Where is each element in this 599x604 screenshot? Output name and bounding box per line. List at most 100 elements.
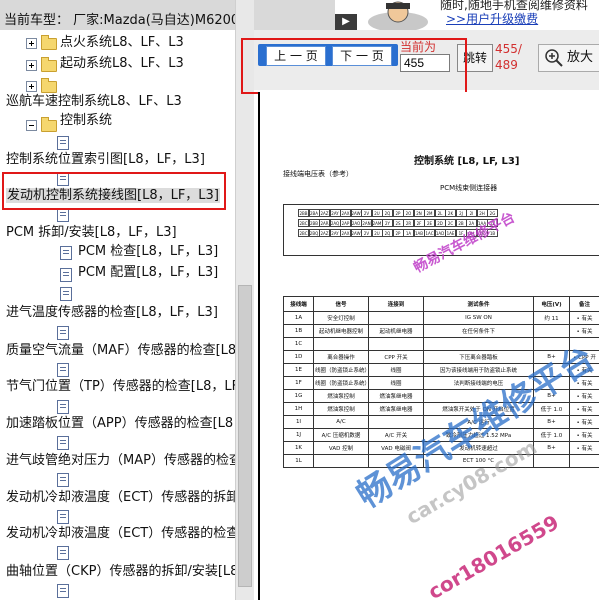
table-cell: CPP 开关	[369, 351, 424, 364]
table-cell	[534, 325, 570, 338]
table-cell: 线圈	[369, 364, 424, 377]
tree-item-ect-inspection[interactable]: 发动机冷却液温度（ECT）传感器的检查	[6, 526, 235, 542]
connector-pin: 2I	[466, 209, 477, 217]
tree-item-iat-sensor[interactable]: 进气温度传感器的检查[L8，LF，L3]	[6, 305, 218, 321]
document-icon	[57, 400, 69, 414]
connector-pin: 2U	[372, 209, 383, 217]
table-cell	[534, 338, 570, 351]
connector-diagram: 2BB2BA2AZ2AY2AX2AW2V2U2Q2P2O2N2M2L2K2J2I…	[283, 204, 599, 256]
table-cell: 燃油泵继电器	[369, 403, 424, 416]
zoom-in-icon	[544, 48, 564, 68]
table-cell: VAD 控制	[314, 442, 369, 455]
connector-pin: 1B	[487, 229, 498, 237]
tree-item-ignition[interactable]: 点火系统L8、LF、L3	[60, 35, 184, 51]
expand-icon[interactable]	[26, 38, 37, 49]
document-icon	[57, 326, 69, 340]
tree-item-maf-sensor[interactable]: 质量空气流量（MAF）传感器的检查[L8	[6, 343, 235, 359]
connector-pin: 2Q	[382, 229, 393, 237]
table-cell: 1B	[284, 325, 314, 338]
connector-pin: 1C	[477, 229, 488, 237]
connector-pin: 2AN	[361, 219, 372, 227]
table-cell: 下压离合器踏板	[424, 351, 534, 364]
connector-pin: 2V	[361, 229, 372, 237]
table-cell: • 有关	[570, 416, 599, 429]
tree-item-map-sensor[interactable]: 进气歧管绝对压力（MAP）传感器的检查	[6, 453, 235, 469]
connector-pin: 2Q	[382, 209, 393, 217]
scrollbar-thumb[interactable]	[238, 285, 252, 587]
table-cell	[534, 455, 570, 468]
table-cell	[369, 312, 424, 325]
connector-pin: 2D	[435, 219, 446, 227]
connector-pin: 2V	[361, 209, 372, 217]
tree-item-ckp-sensor[interactable]: 曲轴位置（CKP）传感器的拆卸/安装[L8	[6, 564, 235, 580]
chapter-tree: 点火系统L8、LF、L3 起动系统L8、LF、L3 巡航车速控制系统L8、LF、…	[0, 30, 235, 600]
table-header-cell: 信号	[314, 297, 369, 312]
page-count: 455/ 489	[495, 41, 522, 73]
tree-item-tp-sensor[interactable]: 节气门位置（TP）传感器的检查[L8，LF	[6, 379, 235, 395]
tree-item-pcm-config[interactable]: PCM 配置[L8，LF，L3]	[78, 265, 218, 281]
table-cell: 线圈（防盗锁止系统）	[314, 377, 369, 390]
expand-icon[interactable]	[26, 81, 37, 92]
folder-icon	[41, 38, 57, 50]
document-icon	[57, 208, 69, 222]
table-cell: 燃油泵继电器	[369, 390, 424, 403]
vehicle-header: 当前车型： 厂家:Mazda(马自达)M62005	[0, 0, 335, 30]
table-row: 1F线圈（防盗锁止系统）线圈法判断接线端的电压• 有关	[284, 377, 599, 390]
tree-item-pcm-removal[interactable]: PCM 拆卸/安装[L8，LF，L3]	[6, 225, 177, 241]
tree-item-cruise[interactable]: 巡航车速控制系统L8、LF、L3	[6, 94, 182, 110]
connector-pin: 2F	[414, 219, 425, 227]
tree-item-location-index[interactable]: 控制系统位置索引图[L8，LF，L3]	[6, 152, 205, 168]
table-header-cell: 电压(V)	[534, 297, 570, 312]
table-header-cell: 测试条件	[424, 297, 534, 312]
table-cell: 发动机转速超过	[424, 442, 534, 455]
table-row: 1G燃油泵控制燃油泵继电器B+• 有关	[284, 390, 599, 403]
tree-item-app-sensor[interactable]: 加速踏板位置（APP）传感器的检查[L8	[6, 416, 233, 432]
table-cell: 在任何条件下	[424, 325, 534, 338]
document-icon	[57, 363, 69, 377]
connector-pin: 1AB	[414, 229, 425, 237]
connector-pin: 2BQ	[309, 229, 320, 237]
connector-pin: 1H	[466, 229, 477, 237]
collapse-icon[interactable]	[26, 120, 37, 131]
table-row: 1IA/CA/C 运行B+• 有关	[284, 416, 599, 429]
connector-pin: 2BB	[298, 209, 309, 217]
table-cell: B+	[534, 390, 570, 403]
table-cell	[570, 338, 599, 351]
folder-icon	[41, 81, 57, 93]
tree-item-ect-removal[interactable]: 发动机冷却液温度（ECT）传感器的拆卸	[6, 490, 235, 506]
connector-pin: 2AY	[330, 229, 341, 237]
table-cell: 1D	[284, 351, 314, 364]
table-cell: VAD 电磁阀	[369, 442, 424, 455]
connector-pin: 2AO	[351, 219, 362, 227]
table-row: 1LECT 100 °C	[284, 455, 599, 468]
table-cell: 线圈（防盗锁止系统）	[314, 364, 369, 377]
zoom-label: 放大	[567, 45, 593, 71]
banner-toggle-button[interactable]: ▶	[335, 14, 357, 30]
table-cell: 1E	[284, 364, 314, 377]
table-cell: 约 11	[534, 312, 570, 325]
table-cell	[534, 377, 570, 390]
tree-item-starting[interactable]: 起动系统L8、LF、L3	[60, 56, 184, 72]
table-cell	[424, 338, 534, 351]
table-cell: • 有关	[570, 312, 599, 325]
upgrade-link[interactable]: >>用户升级缴费	[446, 10, 538, 27]
zoom-button[interactable]: 放大	[538, 44, 599, 72]
tree-item-control-system[interactable]: 控制系统	[60, 113, 112, 129]
table-cell	[424, 390, 534, 403]
expand-icon[interactable]	[26, 60, 37, 71]
connector-pin: 2B	[456, 219, 467, 227]
table-cell: 低于 1.0	[534, 403, 570, 416]
connector-pin: 2O	[403, 209, 414, 217]
document-icon	[57, 473, 69, 487]
table-cell: • 有关	[570, 403, 599, 416]
table-cell: 1K	[284, 442, 314, 455]
connector-pin: 2L	[435, 209, 446, 217]
connector-pin: 2H	[477, 209, 488, 217]
table-cell: 1A	[284, 312, 314, 325]
table-cell: 燃油泵开关处于 ON 开启位置	[424, 403, 534, 416]
tree-item-pcm-inspection[interactable]: PCM 检查[L8，LF，L3]	[78, 244, 218, 260]
table-cell: IG SW ON	[424, 312, 534, 325]
table-cell	[314, 338, 369, 351]
table-cell: A/C	[314, 416, 369, 429]
connector-pin: 2AP	[340, 219, 351, 227]
